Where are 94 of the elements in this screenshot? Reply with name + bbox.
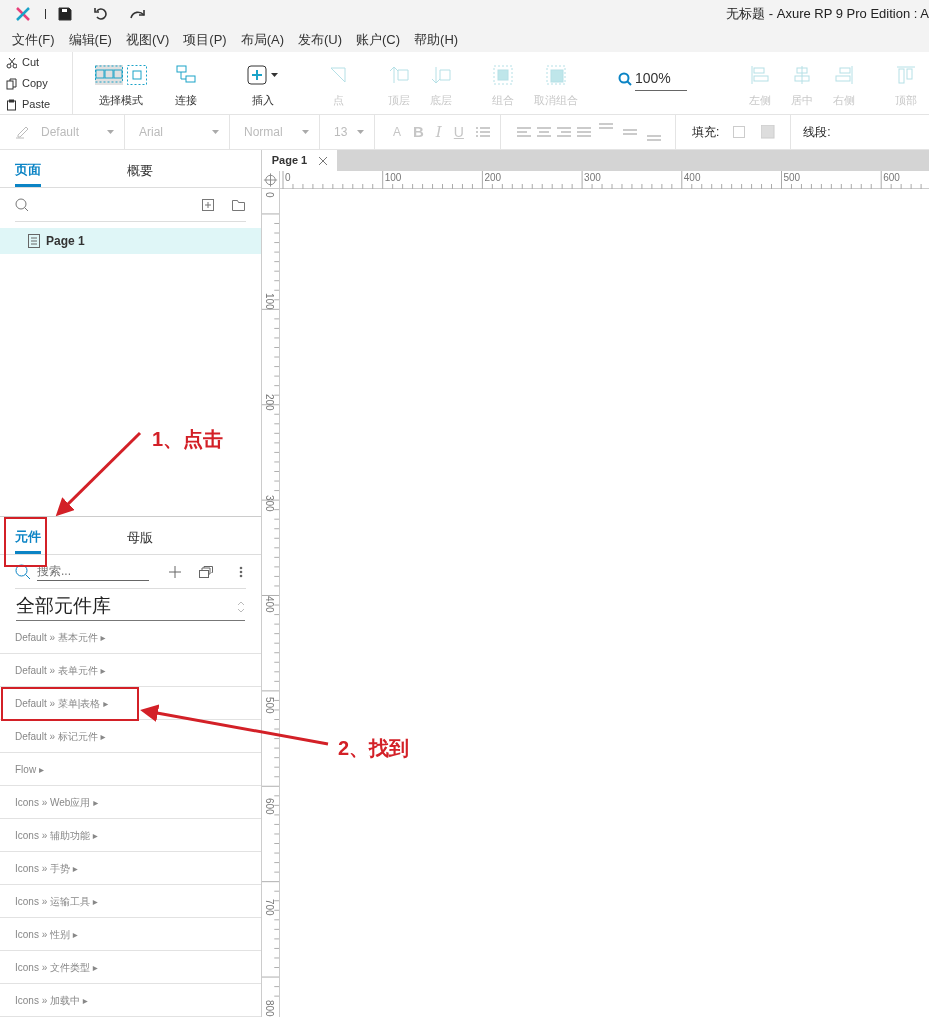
more-icon[interactable] <box>239 565 243 578</box>
search-icon <box>618 72 632 86</box>
menu-item[interactable]: 帮助(H) <box>408 29 465 50</box>
menu-item[interactable]: 布局(A) <box>234 29 290 50</box>
shadow-swatch[interactable] <box>761 125 776 139</box>
search-icon[interactable] <box>15 197 29 212</box>
library-dropdown[interactable]: 全部元件库 <box>16 593 245 621</box>
text-align-left-icon[interactable] <box>516 127 531 137</box>
text-align-right-icon[interactable] <box>556 127 571 137</box>
panel-tab[interactable]: 页面 <box>15 150 41 187</box>
panel-tab[interactable]: 元件 <box>15 517 41 554</box>
tool-button[interactable]: 插入 <box>251 92 274 109</box>
close-icon[interactable] <box>319 156 328 165</box>
ruler-label: 300 <box>263 495 275 512</box>
panel-tab[interactable]: 概要 <box>127 150 153 187</box>
highlight-frame <box>4 517 47 567</box>
ruler-label: 300 <box>584 172 601 184</box>
ruler-label: 200 <box>484 172 502 184</box>
justify-icon[interactable] <box>576 127 591 137</box>
ruler-label: 100 <box>263 293 275 310</box>
caret-icon <box>212 130 219 134</box>
cut-button[interactable]: Cut <box>22 54 40 71</box>
library-item[interactable]: Icons » 文件类型 ▸ <box>0 951 261 984</box>
caret-icon <box>302 130 309 134</box>
ruler-label: 700 <box>263 899 275 916</box>
caret-icon[interactable] <box>271 73 278 77</box>
page-tab[interactable]: Page 1 <box>261 150 338 171</box>
paste-button[interactable]: Paste <box>22 96 51 113</box>
scissors-icon <box>6 56 17 69</box>
page-item[interactable]: Page 1 <box>0 228 261 254</box>
library-item[interactable]: Flow ▸ <box>0 753 261 786</box>
pencil-icon <box>15 125 31 139</box>
ruler-label: 800 <box>263 1000 275 1017</box>
menu-item[interactable]: 发布(U) <box>292 29 349 50</box>
copy-button[interactable]: Copy <box>22 75 48 92</box>
fill-label: 填充: <box>691 124 720 141</box>
library-item[interactable]: Icons » 运输工具 ▸ <box>0 885 261 918</box>
panel-tab[interactable]: 母版 <box>127 517 153 554</box>
ruler-label: 200 <box>263 394 275 411</box>
fill-color-swatch[interactable] <box>733 126 746 138</box>
ruler-label: 0 <box>263 192 275 198</box>
menu-item[interactable]: 项目(P) <box>177 29 233 50</box>
stroke-label: 线段: <box>803 124 831 141</box>
zoom-dropdown[interactable]: 100% <box>635 67 687 91</box>
ruler-label: 400 <box>263 596 275 613</box>
undo-icon[interactable] <box>94 6 108 21</box>
save-icon[interactable] <box>58 6 72 21</box>
library-item[interactable]: Default » 菜单|表格 ▸ <box>0 687 261 720</box>
library-item[interactable]: Icons » 加载中 ▸ <box>0 984 261 1017</box>
library-item[interactable]: Default » 标记元件 ▸ <box>0 720 261 753</box>
clipboard-icon <box>6 98 17 111</box>
library-item[interactable]: Icons » 性别 ▸ <box>0 918 261 951</box>
annotation-label: 1、点击 <box>152 427 224 452</box>
sort-icon <box>236 599 245 614</box>
menu-item[interactable]: 视图(V) <box>119 29 176 50</box>
search-icon <box>15 563 31 580</box>
ruler-label: 500 <box>783 172 801 184</box>
tool-button[interactable]: 连接 <box>175 92 197 109</box>
ruler-label: 0 <box>285 172 291 184</box>
library-item[interactable]: Icons » Web应用 ▸ <box>0 786 261 819</box>
text-align-center-icon[interactable] <box>536 127 551 137</box>
plus-icon[interactable] <box>247 65 267 85</box>
copy-icon[interactable] <box>199 565 213 578</box>
menu-item[interactable]: 文件(F) <box>6 29 61 50</box>
library-item[interactable]: Default » 基本元件 ▸ <box>0 621 261 654</box>
plus-icon[interactable] <box>169 565 181 578</box>
separator <box>45 8 46 19</box>
folder-icon[interactable] <box>231 198 246 211</box>
page-name: Page 1 <box>46 233 85 250</box>
menu-item[interactable]: 编辑(E) <box>62 29 118 50</box>
connector-icon[interactable] <box>176 65 196 85</box>
window-title: 无标题 - Axure RP 9 Pro Edition : A <box>726 4 929 23</box>
caret-icon <box>357 130 364 134</box>
ruler-label: 600 <box>883 172 900 184</box>
logo-icon <box>15 5 31 22</box>
redo-icon[interactable] <box>130 7 146 20</box>
library-item[interactable]: Default » 表单元件 ▸ <box>0 654 261 687</box>
crosshair-icon[interactable] <box>261 171 280 189</box>
library-item[interactable]: Icons » 手势 ▸ <box>0 852 261 885</box>
annotation-label: 2、找到 <box>338 736 410 761</box>
ruler-label: 100 <box>384 172 402 184</box>
bullet-list-icon[interactable] <box>475 126 490 138</box>
tool-button[interactable]: 选择模式 <box>99 92 143 109</box>
ruler-label: 600 <box>263 798 275 815</box>
three-boxes-icon[interactable] <box>95 65 123 85</box>
add-page-icon[interactable] <box>201 198 214 211</box>
page-icon <box>28 234 40 248</box>
copy-icon <box>6 77 17 90</box>
ruler-label: 400 <box>683 172 701 184</box>
caret-icon <box>107 130 114 134</box>
library-item[interactable]: Icons » 辅助功能 ▸ <box>0 819 261 852</box>
menu-item[interactable]: 账户(C) <box>350 29 407 50</box>
dashed-box-icon[interactable] <box>127 65 147 85</box>
ruler-label: 500 <box>263 697 275 714</box>
